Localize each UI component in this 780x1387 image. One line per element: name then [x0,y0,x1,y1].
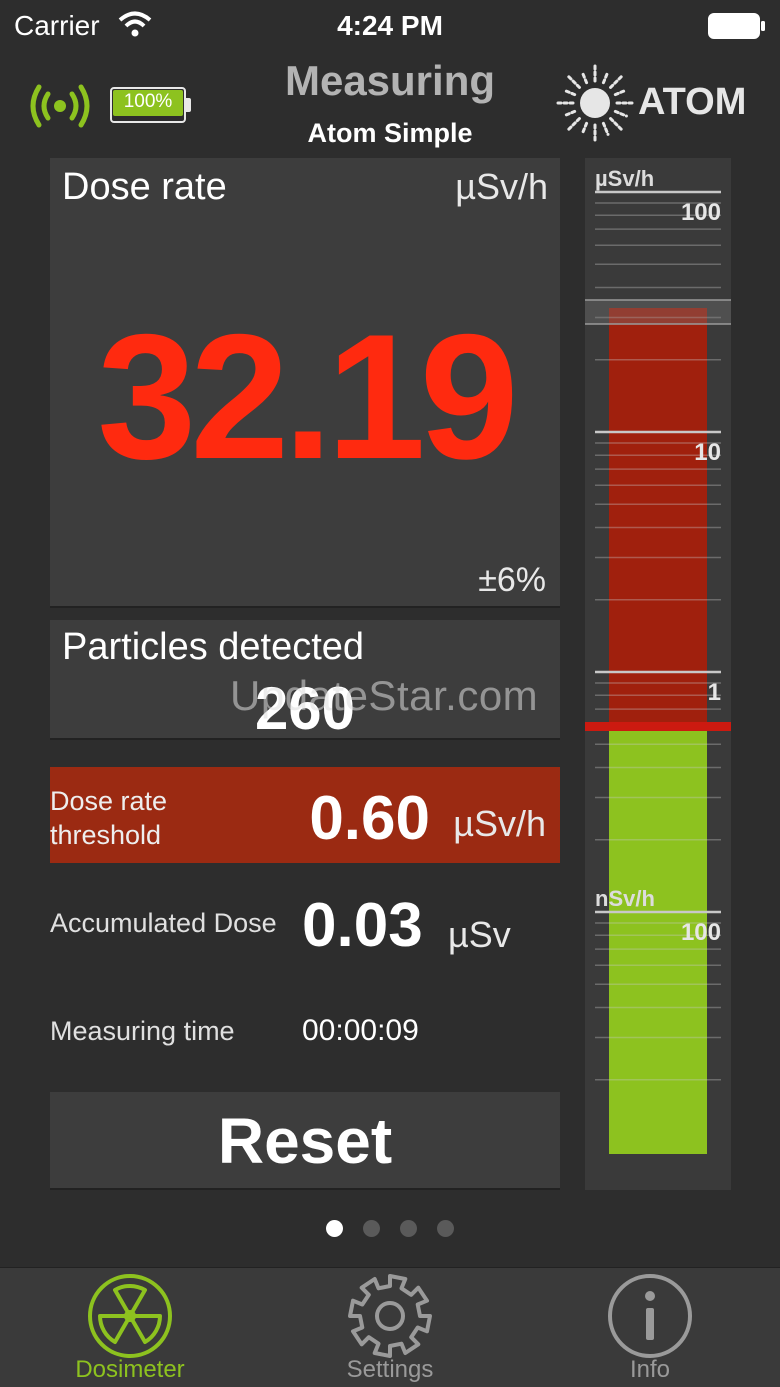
sun-ray [613,109,628,118]
scale-threshold-marker[interactable] [585,722,731,731]
radiation-icon [88,1274,172,1358]
threshold-row[interactable]: Dose rate threshold 0.60 µSv/h [50,767,560,863]
dose-rate-value: 32.19 [97,297,518,496]
sun-ray [613,88,628,97]
accumulated-dose-unit: µSv [448,914,511,955]
signal-icon [30,84,90,128]
page-dot[interactable] [326,1220,343,1237]
gear-outline [348,1274,432,1358]
measuring-time-value: 00:00:09 [302,1014,419,1047]
page-dot[interactable] [363,1220,380,1237]
page-dot[interactable] [437,1220,454,1237]
scale-lower-unit: nSv/h [595,886,655,911]
sun-ray [566,117,581,132]
sun-ray [566,74,581,89]
threshold-unit: µSv/h [453,803,546,844]
dose-rate-label: Dose rate [62,166,227,208]
scale-tick-label: 100 [681,919,721,946]
status-bar: Carrier 4:24 PM [0,0,780,54]
app-header: 100% Measuring Atom Simple ATOM [0,54,780,158]
tab-label: Settings [346,1356,434,1383]
tab-info[interactable]: Info [520,1268,780,1387]
scale-graphic: µSv/h 100 10 1 nSv/h 100 [585,166,731,1154]
gear-icon [348,1274,432,1358]
sun-ray [601,121,610,136]
scale-tick-label: 10 [694,439,721,466]
scale-tick-label: 100 [681,199,721,226]
accumulated-dose-value: 0.03 [302,891,423,960]
sun-ray [609,74,624,89]
watermark: UpdateStar.com [230,672,539,719]
atom-logo-icon [555,63,635,143]
page-indicator[interactable] [0,1220,780,1242]
clock: 4:24 PM [337,10,443,41]
particles-label: Particles detected [62,626,365,668]
brand-name: ATOM [638,81,747,123]
dose-rate-unit: µSv/h [455,166,548,207]
scale-current-marker [585,299,731,325]
device-battery: 100% [110,87,192,123]
tab-dosimeter[interactable]: Dosimeter [0,1268,260,1387]
device-battery-label: 100% [123,91,173,112]
measuring-time-label: Measuring time [50,1016,235,1046]
accumulated-dose-label: Accumulated Dose [50,908,277,938]
threshold-label: Dose rate threshold [50,786,168,850]
tab-label: Info [629,1356,671,1383]
page-title: Measuring [284,57,496,104]
tab-bar: Dosimeter Settings Info [0,1267,780,1387]
tab-settings[interactable]: Settings [260,1268,520,1387]
sun-ray [580,121,589,136]
system-battery-icon [708,13,765,39]
sun-ray [562,88,577,97]
sun-ray [609,117,624,132]
brand-logo: ATOM [554,62,764,143]
scale-high-bar [609,308,707,726]
dose-rate-error: ±6% [478,561,546,599]
scale-tick-label: 1 [708,679,721,706]
tab-label: Dosimeter [75,1356,185,1383]
device-name: Atom Simple [307,118,473,148]
dose-rate-panel: Dose rate µSv/h 32.19 ±6% [50,158,560,608]
dose-rate-scale: µSv/h 100 10 1 nSv/h 100 [585,158,731,1190]
threshold-value: 0.60 [309,784,430,853]
page-dot[interactable] [400,1220,417,1237]
sun-ray [562,109,577,118]
sun-ray [580,70,589,85]
sun-ray [601,70,610,85]
reset-button[interactable]: Reset [50,1092,560,1190]
info-icon [608,1274,692,1358]
scale-upper-unit: µSv/h [595,166,654,191]
